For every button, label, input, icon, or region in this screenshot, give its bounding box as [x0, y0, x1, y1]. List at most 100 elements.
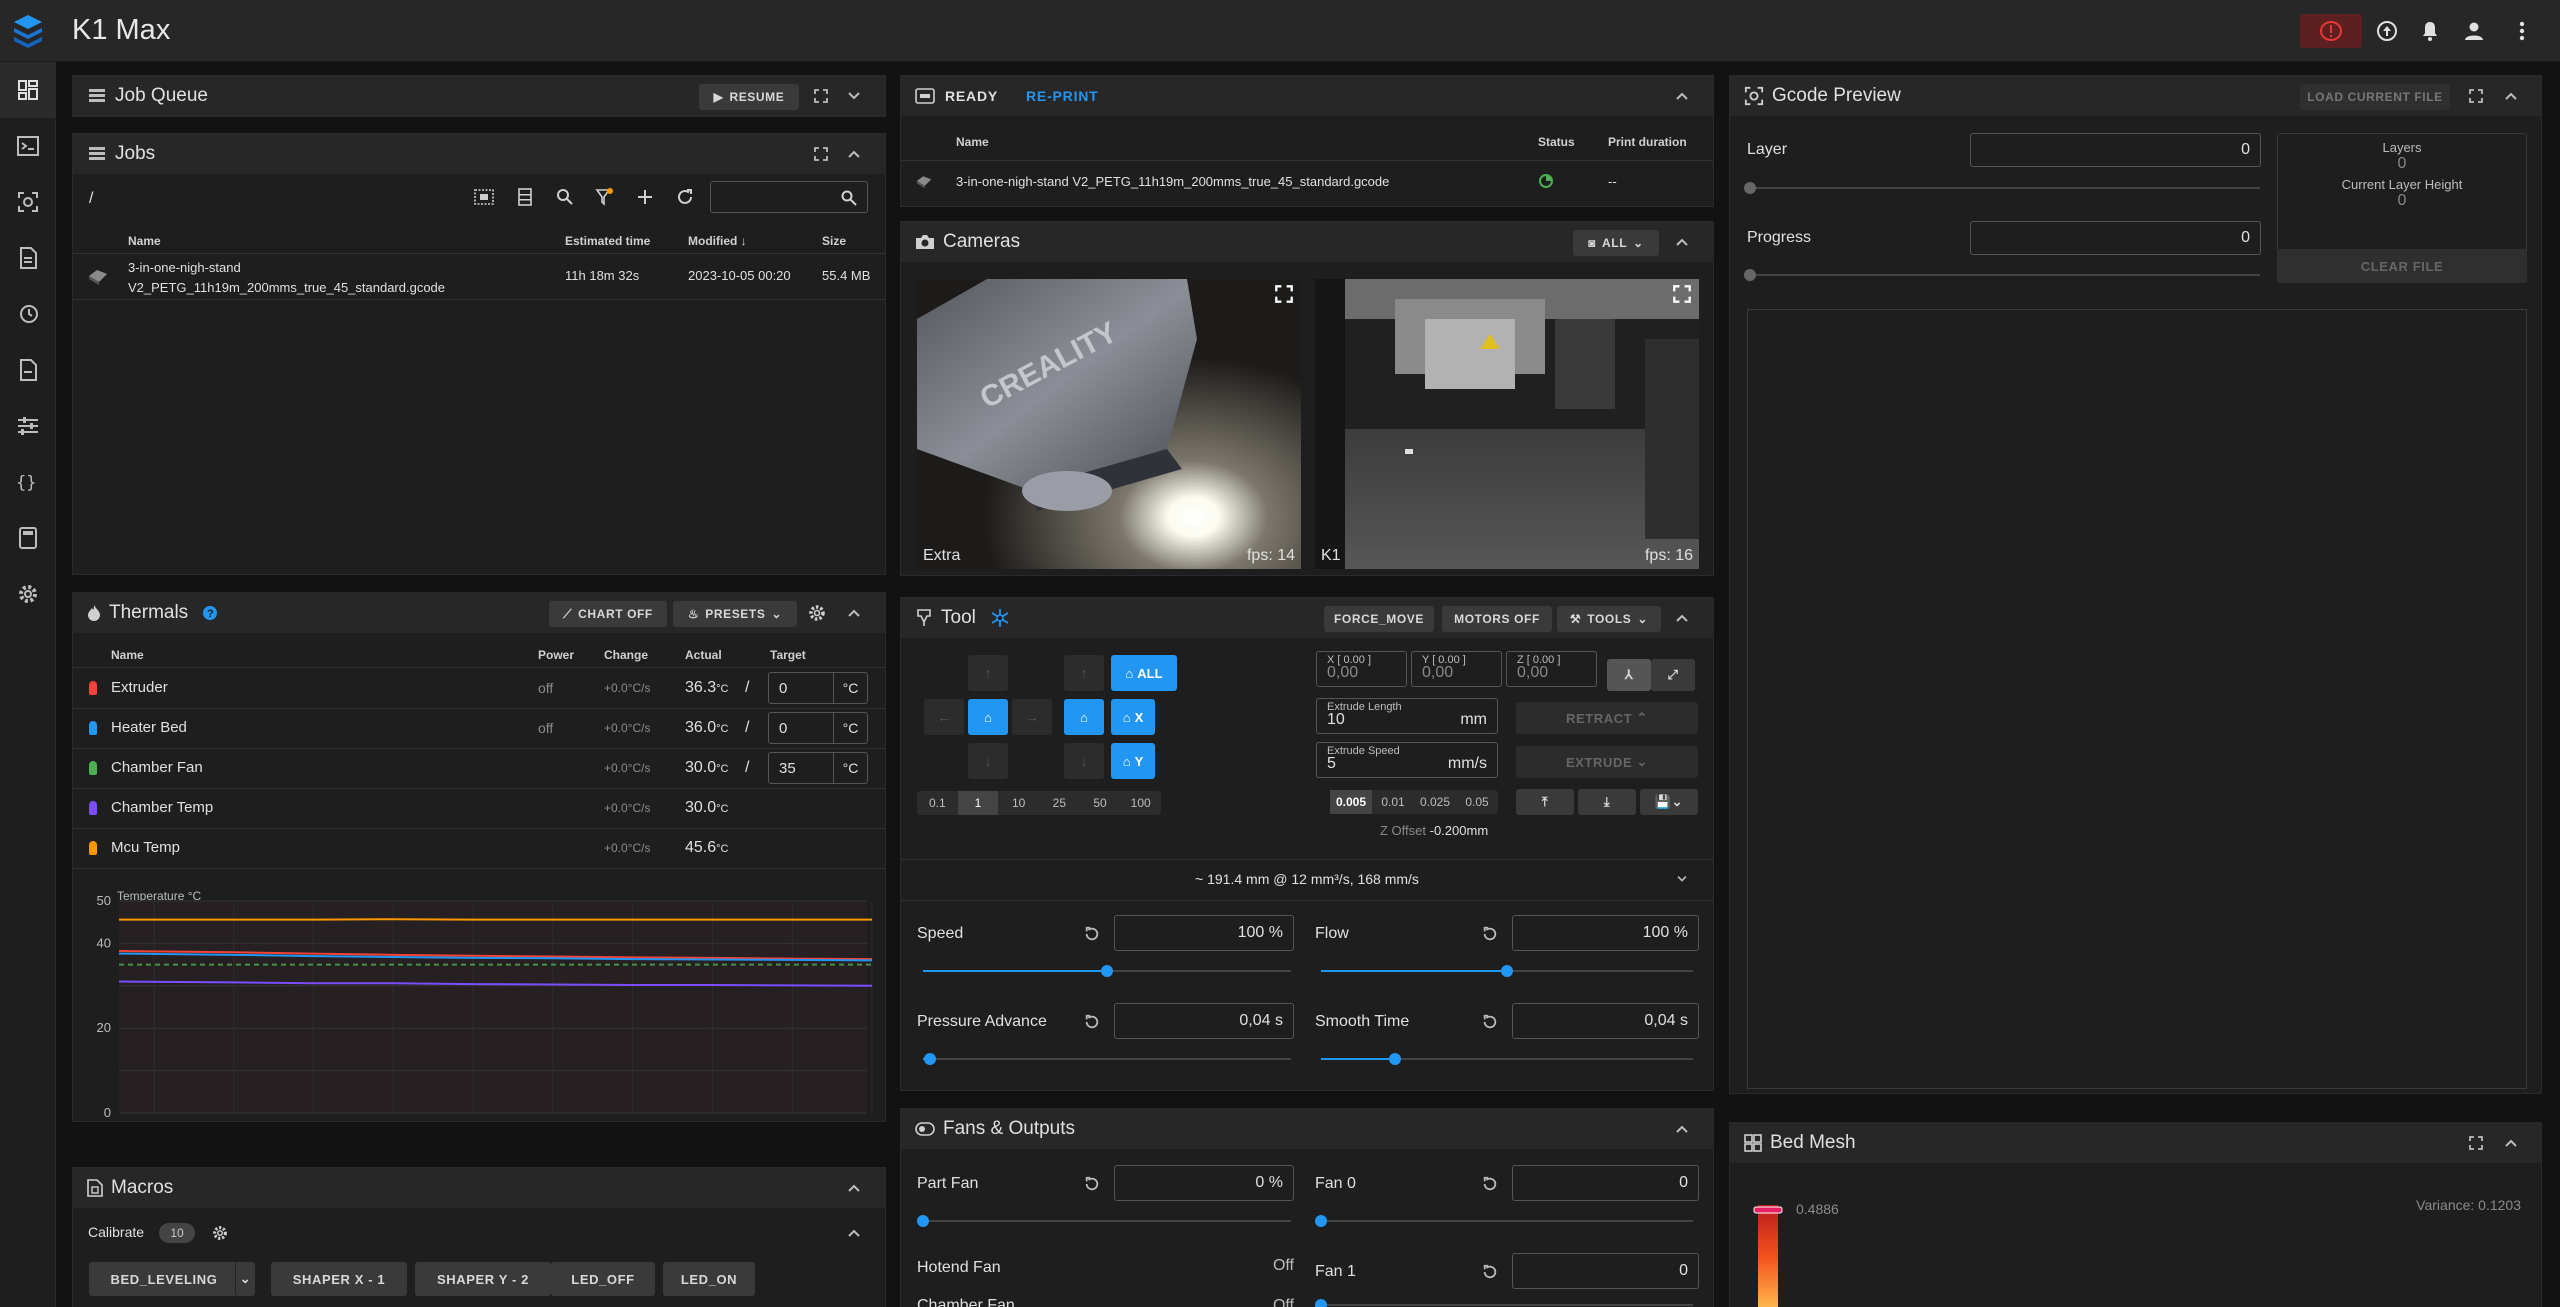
- mainsail-logo-icon[interactable]: [10, 12, 46, 50]
- z-step-option[interactable]: 0.025: [1414, 790, 1456, 814]
- load-current-file-button[interactable]: LOAD CURRENT FILE: [2300, 84, 2450, 110]
- thermal-row[interactable]: Chamber Fan +0.0°C/s 30.0°C / 35 °C: [73, 748, 885, 788]
- flow-factor-input[interactable]: 100 %: [1512, 915, 1699, 951]
- position-x-input[interactable]: X [ 0.00 ] 0,00: [1316, 651, 1407, 687]
- nav-gcode-files-icon[interactable]: [0, 230, 56, 286]
- xy-step-option[interactable]: 10: [998, 791, 1039, 815]
- fullscreen-icon[interactable]: [1673, 285, 1691, 303]
- home-z-button[interactable]: ⌂: [1064, 699, 1104, 735]
- gcode-viewer-canvas[interactable]: [1747, 309, 2527, 1089]
- heater-target-input[interactable]: 0 °C: [768, 712, 868, 744]
- retract-button[interactable]: RETRACT ⌃: [1516, 702, 1698, 734]
- fullscreen-icon[interactable]: [2465, 85, 2487, 107]
- chevron-up-icon[interactable]: [1671, 1118, 1693, 1140]
- layer-input[interactable]: 0: [1970, 133, 2261, 167]
- fan0-input[interactable]: 0: [1512, 1165, 1699, 1201]
- nav-macros-code-icon[interactable]: {}: [0, 454, 56, 510]
- reset-icon[interactable]: [1081, 1011, 1103, 1033]
- macro-dropdown-chevron-icon[interactable]: ⌄: [235, 1262, 255, 1296]
- z-offset-save-icon[interactable]: 💾⌄: [1640, 789, 1698, 815]
- notifications-bell-icon[interactable]: [2416, 17, 2444, 45]
- table-row[interactable]: 3-in-one-nigh-stand V2_PETG_11h19m_200mm…: [901, 161, 1713, 205]
- gear-icon[interactable]: [806, 602, 828, 624]
- layer-slider[interactable]: [1744, 182, 2260, 194]
- chevron-up-icon[interactable]: [843, 1177, 865, 1199]
- heater-target-input[interactable]: 35 °C: [768, 752, 868, 784]
- z-offset-up-icon[interactable]: ⤒: [1516, 789, 1574, 815]
- fullscreen-icon[interactable]: [2465, 1132, 2487, 1154]
- move-x-plus-arrow-right-icon[interactable]: →: [1012, 699, 1052, 735]
- macro-led-on-button[interactable]: LED_ON: [663, 1262, 755, 1296]
- camera-feed-extra[interactable]: CREALITY Extra fps: 14: [917, 279, 1301, 569]
- home-x-button[interactable]: ⌂ X: [1111, 699, 1155, 735]
- absolute-move-icon[interactable]: ⤢: [1651, 659, 1695, 691]
- more-menu-icon[interactable]: [2508, 17, 2536, 45]
- reset-icon[interactable]: [1479, 1261, 1501, 1283]
- home-xy-button[interactable]: ⌂: [968, 699, 1008, 735]
- tools-menu-button[interactable]: ⚒ TOOLS ⌄: [1557, 606, 1661, 632]
- nav-settings-gear-icon[interactable]: [0, 566, 56, 622]
- gear-icon[interactable]: [209, 1222, 231, 1244]
- part-fan-input[interactable]: 0 %: [1114, 1165, 1294, 1201]
- user-account-icon[interactable]: [2460, 17, 2488, 45]
- fan1-slider[interactable]: [1315, 1299, 1693, 1307]
- fullscreen-icon[interactable]: [1275, 285, 1293, 303]
- column-header-modified[interactable]: Modified ↓: [688, 234, 747, 248]
- z-step-option[interactable]: 0.005: [1330, 790, 1372, 814]
- progress-input[interactable]: 0: [1970, 221, 2261, 255]
- z-step-option[interactable]: 0.01: [1372, 790, 1414, 814]
- move-z-plus-arrow-up-icon[interactable]: ↑: [1064, 655, 1104, 691]
- speed-slider[interactable]: [923, 965, 1291, 977]
- z-step-option[interactable]: 0.05: [1456, 790, 1498, 814]
- nav-heightmap-icon[interactable]: [0, 174, 56, 230]
- move-z-minus-arrow-down-icon[interactable]: ↓: [1064, 743, 1104, 779]
- nav-calculator-icon[interactable]: [0, 510, 56, 566]
- xy-step-option[interactable]: 100: [1120, 791, 1161, 815]
- fan0-slider[interactable]: [1315, 1215, 1693, 1227]
- nav-dashboard-icon[interactable]: [0, 62, 56, 118]
- filter-icon[interactable]: [594, 186, 616, 208]
- reset-icon[interactable]: [1081, 1173, 1103, 1195]
- reset-icon[interactable]: [1081, 923, 1103, 945]
- help-icon[interactable]: ?: [202, 605, 218, 621]
- refresh-icon[interactable]: [674, 186, 696, 208]
- chevron-up-icon[interactable]: [843, 1222, 865, 1244]
- pressure-advance-slider[interactable]: [923, 1053, 1291, 1065]
- thermal-row[interactable]: Extruder off +0.0°C/s 36.3°C / 0 °C: [73, 668, 885, 708]
- extrude-length-input[interactable]: Extrude Length 10 mm: [1316, 698, 1498, 734]
- speed-factor-input[interactable]: 100 %: [1114, 915, 1294, 951]
- pressure-advance-input[interactable]: 0,04 s: [1114, 1003, 1294, 1039]
- table-row[interactable]: 3-in-one-nigh-stand V2_PETG_11h19m_200mms…: [73, 254, 885, 298]
- extrude-speed-input[interactable]: Extrude Speed 5 mm/s: [1316, 742, 1498, 778]
- chevron-up-icon[interactable]: [843, 602, 865, 624]
- resume-queue-button[interactable]: ▶ RESUME: [699, 84, 799, 110]
- camera-feed-k1[interactable]: K1 fps: 16: [1315, 279, 1699, 569]
- reset-icon[interactable]: [1479, 923, 1501, 945]
- macro-shaper-y-button[interactable]: SHAPER Y - 2: [415, 1262, 551, 1296]
- column-header-estimated[interactable]: Estimated time: [565, 234, 650, 248]
- fullscreen-icon[interactable]: [810, 143, 832, 165]
- chevron-down-icon[interactable]: [843, 85, 865, 107]
- camera-select-button[interactable]: ◙ ALL ⌄: [1573, 230, 1659, 256]
- move-x-minus-arrow-left-icon[interactable]: ←: [924, 699, 964, 735]
- move-y-plus-arrow-up-icon[interactable]: ↑: [968, 655, 1008, 691]
- flow-slider[interactable]: [1321, 965, 1693, 977]
- thumbnail-toggle-icon[interactable]: [473, 186, 495, 208]
- macro-led-off-button[interactable]: LED_OFF: [551, 1262, 655, 1296]
- extrude-button[interactable]: EXTRUDE ⌄: [1516, 746, 1698, 778]
- xy-step-option[interactable]: 50: [1080, 791, 1121, 815]
- reset-icon[interactable]: [1479, 1173, 1501, 1195]
- home-y-button[interactable]: ⌂ Y: [1111, 743, 1155, 779]
- column-header-name[interactable]: Name: [128, 234, 161, 248]
- macro-bed-leveling-button[interactable]: BED_LEVELING: [89, 1262, 239, 1296]
- smooth-time-input[interactable]: 0,04 s: [1512, 1003, 1699, 1039]
- progress-slider[interactable]: [1744, 269, 2260, 281]
- thermal-row[interactable]: Heater Bed off +0.0°C/s 36.0°C / 0 °C: [73, 708, 885, 748]
- force-move-button[interactable]: FORCE_MOVE: [1324, 606, 1434, 632]
- chevron-up-icon[interactable]: [843, 143, 865, 165]
- xy-step-option[interactable]: 0.1: [917, 791, 958, 815]
- smooth-time-slider[interactable]: [1321, 1053, 1693, 1065]
- reset-icon[interactable]: [1479, 1011, 1501, 1033]
- column-header-size[interactable]: Size: [822, 234, 846, 248]
- chevron-up-icon[interactable]: [2500, 1132, 2522, 1154]
